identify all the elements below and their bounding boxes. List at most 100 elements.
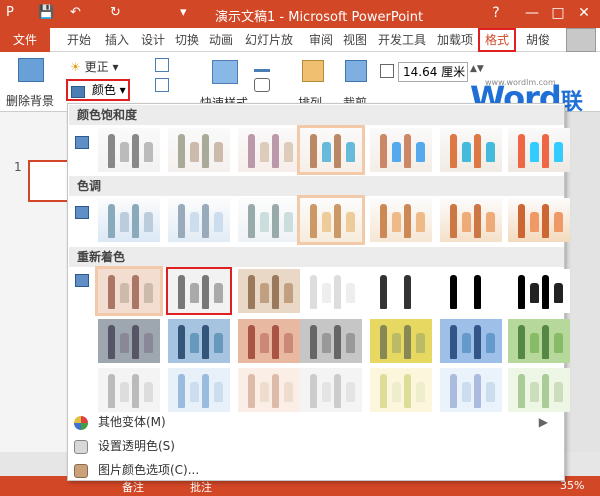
figure-shape	[108, 204, 115, 238]
tab-insert[interactable]: 插入	[100, 28, 134, 52]
picture-color-options-menu-item[interactable]: 图片颜色选项(C)...	[74, 460, 554, 480]
figure-shape	[542, 374, 549, 408]
recolor-option[interactable]	[508, 319, 570, 363]
recolor-option[interactable]	[238, 269, 300, 313]
tone-option[interactable]	[98, 198, 160, 242]
figure-shape	[486, 212, 495, 232]
tab-view[interactable]: 视图	[338, 28, 372, 52]
recolor-option[interactable]	[370, 368, 432, 412]
sun-icon: ☀	[70, 60, 81, 74]
tone-option[interactable]	[370, 198, 432, 242]
recolor-option[interactable]	[168, 319, 230, 363]
recolor-option[interactable]	[508, 269, 570, 313]
submenu-arrow-icon: ▶	[538, 415, 548, 429]
minimize-button[interactable]: —	[520, 2, 544, 24]
figure-shape	[178, 275, 185, 309]
recolor-option[interactable]	[98, 319, 160, 363]
tab-format[interactable]: 格式	[478, 28, 516, 52]
notes-button[interactable]: 备注	[122, 479, 144, 495]
figure-shape	[190, 283, 199, 303]
user-name[interactable]: 胡俊	[518, 28, 558, 52]
figure-shape	[108, 325, 115, 359]
redo-icon[interactable]: ↻	[110, 5, 121, 20]
color-dropdown-menu: 颜色饱和度 色调 重新着色 其他变体(M) ▶ 设置透明色(S) 图片颜色选项(…	[67, 103, 570, 481]
save-icon[interactable]: 💾	[38, 5, 54, 20]
recolor-option[interactable]	[370, 319, 432, 363]
saturation-option[interactable]	[508, 128, 570, 172]
recolor-option[interactable]	[440, 269, 502, 313]
customize-quick-access-icon[interactable]: ▾	[180, 5, 187, 20]
figure-shape	[132, 134, 139, 168]
corrections-button[interactable]: ☀ 更正 ▾	[70, 58, 118, 75]
figure-shape	[462, 283, 471, 303]
figure-shape	[260, 283, 269, 303]
recolor-option[interactable]	[168, 368, 230, 412]
figure-shape	[416, 333, 425, 353]
tab-developer[interactable]: 开发工具	[374, 28, 430, 52]
saturation-option[interactable]	[440, 128, 502, 172]
comments-button[interactable]: 批注	[190, 479, 212, 495]
picture-effects-icon[interactable]	[254, 78, 270, 92]
tab-file[interactable]: 文件	[0, 28, 50, 52]
tab-addins[interactable]: 加载项	[432, 28, 478, 52]
figure-shape	[486, 142, 495, 162]
close-button[interactable]: ✕	[572, 2, 596, 24]
recolor-option[interactable]	[98, 368, 160, 412]
recolor-option[interactable]	[440, 319, 502, 363]
more-variants-menu-item[interactable]: 其他变体(M) ▶	[74, 412, 554, 432]
tone-option[interactable]	[168, 198, 230, 242]
figure-shape	[190, 212, 199, 232]
tab-slideshow[interactable]: 幻灯片放	[240, 28, 298, 52]
help-button[interactable]: ?	[484, 2, 508, 24]
saturation-option[interactable]	[168, 128, 230, 172]
tone-option[interactable]	[508, 198, 570, 242]
recolor-option[interactable]	[300, 319, 362, 363]
figure-shape	[542, 204, 549, 238]
change-picture-icon[interactable]	[155, 78, 169, 92]
color-icon	[71, 86, 85, 98]
tone-icon	[75, 206, 89, 219]
recolor-option[interactable]	[166, 267, 232, 315]
undo-icon[interactable]: ↶	[70, 5, 81, 20]
picture-border-icon[interactable]	[254, 58, 270, 72]
figure-shape	[380, 374, 387, 408]
figure-shape	[178, 374, 185, 408]
tab-design[interactable]: 设计	[136, 28, 170, 52]
recolor-option[interactable]	[238, 319, 300, 363]
tone-option[interactable]	[238, 198, 300, 242]
tab-review[interactable]: 审阅	[304, 28, 338, 52]
recolor-option[interactable]	[300, 368, 362, 412]
figure-shape	[322, 333, 331, 353]
figure-shape	[416, 212, 425, 232]
tone-option[interactable]	[440, 198, 502, 242]
tab-animations[interactable]: 动画	[204, 28, 238, 52]
user-avatar[interactable]	[566, 28, 596, 52]
figure-shape	[190, 333, 199, 353]
crop-icon	[345, 60, 367, 82]
tab-transitions[interactable]: 切换	[170, 28, 204, 52]
shape-height-input[interactable]: 14.64 厘米	[398, 62, 468, 82]
saturation-option[interactable]	[98, 128, 160, 172]
color-button[interactable]: 颜色 ▾	[66, 79, 130, 101]
height-spinner-icon[interactable]: ▲▼	[470, 64, 484, 74]
saturation-option[interactable]	[238, 128, 300, 172]
saturation-option[interactable]	[297, 125, 365, 175]
saturation-option[interactable]	[370, 128, 432, 172]
tone-option[interactable]	[297, 195, 365, 245]
tab-home[interactable]: 开始	[62, 28, 96, 52]
recolor-option[interactable]	[508, 368, 570, 412]
figure-shape	[260, 212, 269, 232]
figure-shape	[214, 283, 223, 303]
compress-pictures-icon[interactable]	[155, 58, 169, 72]
figure-shape	[554, 283, 563, 303]
recolor-option[interactable]	[440, 368, 502, 412]
recolor-option[interactable]	[370, 269, 432, 313]
remove-background-button[interactable]: 删除背景	[6, 92, 54, 109]
recolor-option[interactable]	[95, 266, 163, 316]
recolor-option[interactable]	[238, 368, 300, 412]
figure-shape	[450, 374, 457, 408]
set-transparent-color-menu-item[interactable]: 设置透明色(S)	[74, 436, 554, 456]
maximize-button[interactable]: □	[546, 2, 570, 24]
figure-shape	[144, 142, 153, 162]
recolor-option[interactable]	[300, 269, 362, 313]
